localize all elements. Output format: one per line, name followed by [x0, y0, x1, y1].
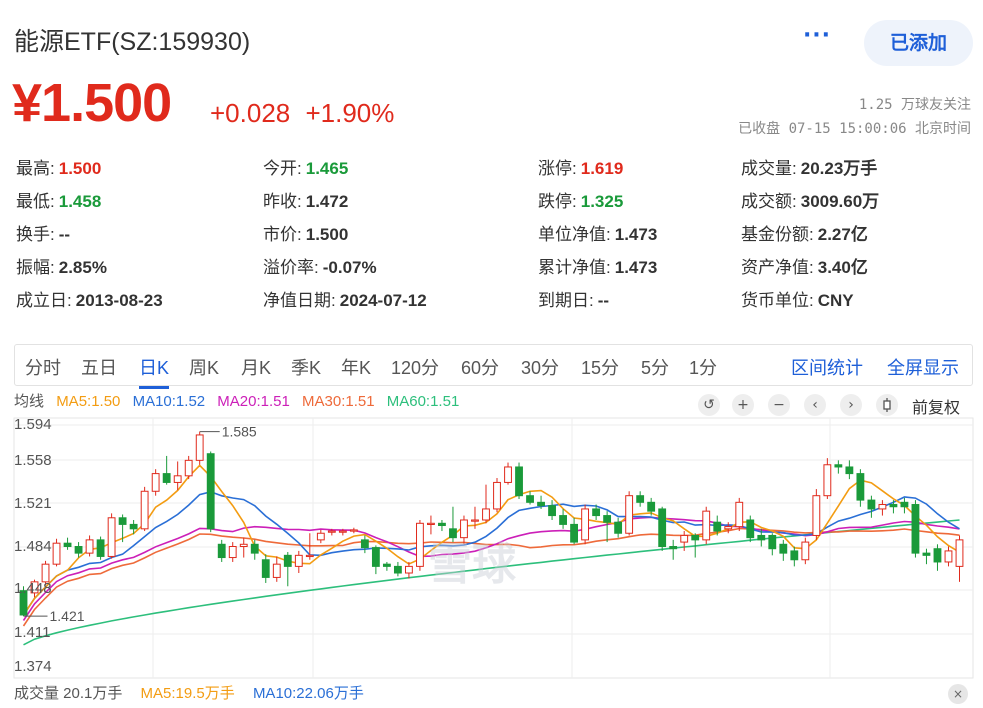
y-tick-label: 1.558 — [14, 452, 52, 469]
candle-body — [504, 466, 512, 483]
candle-body — [746, 519, 755, 539]
volume-legend: 成交量 20.1万手 MA5:19.5万手 MA10:22.06万手 — [14, 682, 378, 703]
candle-body — [140, 490, 149, 530]
candle-body — [360, 539, 369, 549]
volume-value: 成交量 20.1万手 — [14, 685, 123, 702]
candle-body — [581, 508, 590, 541]
candle-body — [526, 495, 534, 503]
candle-body — [272, 563, 281, 578]
candle-body — [382, 563, 391, 567]
candle-body — [878, 504, 887, 510]
candle-body — [118, 517, 127, 525]
candle-body — [691, 534, 700, 541]
candle-body — [217, 543, 226, 559]
candle-body — [261, 559, 270, 578]
volume-ma10: MA10:22.06万手 — [252, 685, 364, 702]
candle-body — [812, 495, 821, 536]
candle-body — [471, 519, 479, 522]
candle-body — [680, 534, 689, 543]
candle-body — [438, 522, 446, 527]
candle-body — [570, 523, 579, 543]
close-volume-icon[interactable]: × — [948, 684, 968, 704]
candle-body — [493, 481, 501, 510]
candle-body — [74, 546, 83, 554]
y-tick-label: 1.484 — [14, 538, 52, 555]
candle-body — [305, 554, 314, 558]
candle-body — [338, 530, 347, 533]
candle-body — [327, 530, 336, 533]
candle-body — [537, 501, 545, 507]
candle-body — [592, 508, 601, 517]
candle-body — [845, 466, 854, 475]
candle-body — [482, 508, 490, 521]
candle-body — [151, 473, 160, 492]
candle-body — [349, 529, 358, 532]
candle-body — [404, 565, 413, 574]
high-annotation: 1.585 — [222, 424, 257, 440]
y-tick-label: 1.448 — [14, 580, 52, 597]
candle-body — [922, 552, 931, 556]
candle-body — [768, 534, 777, 550]
candle-body — [834, 464, 843, 468]
candle-body — [173, 475, 182, 483]
candle-body — [129, 523, 138, 530]
candle-body — [757, 534, 766, 541]
candle-body — [614, 521, 623, 534]
candle-body — [713, 521, 722, 532]
candle-body — [283, 554, 292, 567]
candle-body — [702, 510, 711, 541]
candle-body — [823, 464, 832, 497]
candle-body — [427, 522, 435, 526]
candle-body — [955, 539, 964, 567]
xueqiu-watermark: 雪球 — [428, 539, 516, 590]
candle-body — [63, 542, 72, 547]
candle-body — [911, 504, 920, 554]
candle-body — [228, 546, 237, 559]
low-annotation: 1.421 — [50, 608, 85, 624]
candle-body — [933, 548, 942, 563]
candle-body — [250, 543, 259, 554]
candle-body — [239, 543, 248, 547]
candle-body — [515, 466, 523, 497]
candle-body — [371, 547, 380, 567]
candle-body — [162, 473, 171, 483]
candle-body — [735, 501, 744, 528]
candle-body — [669, 546, 678, 550]
candle-body — [724, 526, 733, 530]
candle-body — [559, 515, 567, 525]
candle-body — [647, 501, 656, 512]
candle-body — [184, 459, 193, 477]
candle-body — [889, 504, 898, 508]
y-tick-label: 1.594 — [14, 416, 52, 433]
candle-body — [801, 541, 810, 561]
candle-body — [96, 539, 105, 557]
candle-body — [658, 508, 667, 548]
candle-body — [779, 543, 788, 554]
candle-body — [85, 539, 94, 554]
candle-body — [294, 554, 303, 567]
candle-body — [393, 565, 402, 574]
candle-body — [603, 515, 612, 523]
candle-body — [944, 550, 953, 563]
candle-body — [867, 499, 876, 510]
candle-body — [416, 522, 424, 567]
candle-body — [625, 495, 634, 534]
candle-body — [52, 542, 61, 565]
candle-body — [636, 495, 645, 503]
candle-body — [107, 517, 116, 557]
volume-ma5: MA5:19.5万手 — [140, 685, 235, 702]
y-tick-label: 1.374 — [14, 658, 52, 675]
candle-body — [316, 532, 325, 541]
y-tick-label: 1.411 — [14, 624, 51, 641]
y-tick-label: 1.521 — [14, 495, 52, 512]
candle-body — [900, 501, 909, 508]
candle-body — [195, 434, 204, 461]
candle-body — [856, 473, 865, 501]
kline-chart[interactable]: 1.585 1.421 — [0, 0, 983, 708]
candle-body — [548, 505, 556, 517]
candle-body — [206, 453, 215, 530]
candle-body — [790, 550, 799, 561]
